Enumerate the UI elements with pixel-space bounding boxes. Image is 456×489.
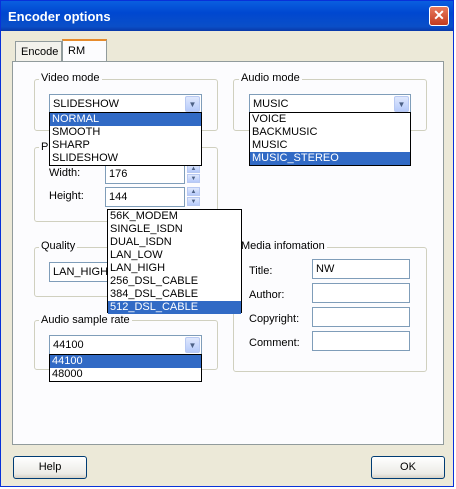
- tab-rm-label: RM: [68, 45, 86, 57]
- quality-label: Quality: [39, 240, 78, 252]
- audio-mode-option[interactable]: BACKMUSIC: [250, 126, 410, 139]
- close-button[interactable]: ✕: [429, 6, 449, 26]
- audio-mode-option[interactable]: MUSIC_STEREO: [250, 152, 410, 165]
- quality-option[interactable]: LAN_HIGH: [108, 262, 241, 275]
- height-spinner[interactable]: ▲ ▼: [187, 187, 200, 207]
- width-field[interactable]: 176: [105, 164, 185, 184]
- arrow-up-icon[interactable]: ▲: [187, 187, 200, 196]
- height-label: Height:: [49, 190, 84, 202]
- title-label: Title:: [249, 265, 273, 277]
- width-spinner[interactable]: ▲ ▼: [187, 164, 200, 184]
- audio-mode-select[interactable]: MUSIC ▼: [249, 94, 411, 114]
- audio-mode-option[interactable]: VOICE: [250, 113, 410, 126]
- video-mode-label: Video mode: [39, 72, 102, 84]
- close-icon: ✕: [433, 7, 445, 23]
- tab-encode-label: Encode: [21, 46, 59, 58]
- quality-value: LAN_HIGH: [53, 266, 109, 278]
- quality-option[interactable]: 256_DSL_CABLE: [108, 275, 241, 288]
- audio-sample-rate-dropdown-list: 44100 48000: [49, 354, 202, 382]
- height-field[interactable]: 144: [105, 187, 185, 207]
- quality-option[interactable]: SINGLE_ISDN: [108, 223, 241, 236]
- quality-option[interactable]: 512_DSL_CABLE: [108, 301, 241, 314]
- width-value: 176: [109, 168, 128, 180]
- title-bar[interactable]: Encoder options ✕: [1, 1, 453, 31]
- quality-option[interactable]: 384_DSL_CABLE: [108, 288, 241, 301]
- video-mode-value: SLIDESHOW: [53, 98, 120, 110]
- ok-button[interactable]: OK: [371, 456, 445, 479]
- audio-mode-option[interactable]: MUSIC: [250, 139, 410, 152]
- rm-tab-panel: Video mode SLIDESHOW ▼ NORMAL SMOOTH SHA…: [12, 61, 444, 445]
- author-label: Author:: [249, 289, 285, 301]
- video-mode-option[interactable]: SHARP: [50, 139, 201, 152]
- comment-field[interactable]: [312, 331, 410, 351]
- audio-sample-rate-label: Audio sample rate: [39, 314, 132, 326]
- audio-sample-rate-option[interactable]: 44100: [50, 355, 201, 368]
- arrow-down-icon[interactable]: ▼: [187, 174, 200, 183]
- comment-label: Comment:: [249, 337, 300, 349]
- copyright-label: Copyright:: [249, 313, 300, 325]
- title-field[interactable]: NW: [312, 259, 410, 279]
- video-mode-option[interactable]: SLIDESHOW: [50, 152, 201, 165]
- quality-option[interactable]: 56K_MODEM: [108, 210, 241, 223]
- help-button[interactable]: Help: [13, 456, 87, 479]
- audio-mode-value: MUSIC: [253, 98, 289, 110]
- width-label: Width:: [49, 167, 81, 179]
- encoder-options-window: Encoder options ✕ Encode RM Video mode S…: [0, 0, 454, 487]
- title-value: NW: [316, 263, 335, 275]
- quality-dropdown-list: 56K_MODEM SINGLE_ISDN DUAL_ISDN LAN_LOW …: [107, 209, 242, 314]
- copyright-field[interactable]: [312, 307, 410, 327]
- quality-option[interactable]: DUAL_ISDN: [108, 236, 241, 249]
- audio-sample-rate-value: 44100: [53, 339, 84, 351]
- audio-mode-label: Audio mode: [239, 72, 302, 84]
- tab-encode[interactable]: Encode: [15, 41, 62, 61]
- video-mode-select[interactable]: SLIDESHOW ▼: [49, 94, 202, 114]
- video-mode-option[interactable]: SMOOTH: [50, 126, 201, 139]
- audio-mode-dropdown-list: VOICE BACKMUSIC MUSIC MUSIC_STEREO: [249, 112, 411, 166]
- video-mode-dropdown-list: NORMAL SMOOTH SHARP SLIDESHOW: [49, 112, 202, 166]
- chevron-down-icon[interactable]: ▼: [394, 96, 409, 112]
- author-field[interactable]: [312, 283, 410, 303]
- window-title: Encoder options: [8, 9, 111, 24]
- height-value: 144: [109, 191, 128, 203]
- audio-sample-rate-option[interactable]: 48000: [50, 368, 201, 381]
- tab-rm[interactable]: RM: [62, 39, 107, 61]
- audio-sample-rate-select[interactable]: 44100 ▼: [49, 335, 202, 355]
- arrow-down-icon[interactable]: ▼: [187, 197, 200, 206]
- media-information-label: Media infomation: [239, 240, 327, 252]
- video-mode-option[interactable]: NORMAL: [50, 113, 201, 126]
- chevron-down-icon[interactable]: ▼: [185, 96, 200, 112]
- quality-option[interactable]: LAN_LOW: [108, 249, 241, 262]
- chevron-down-icon[interactable]: ▼: [185, 337, 200, 353]
